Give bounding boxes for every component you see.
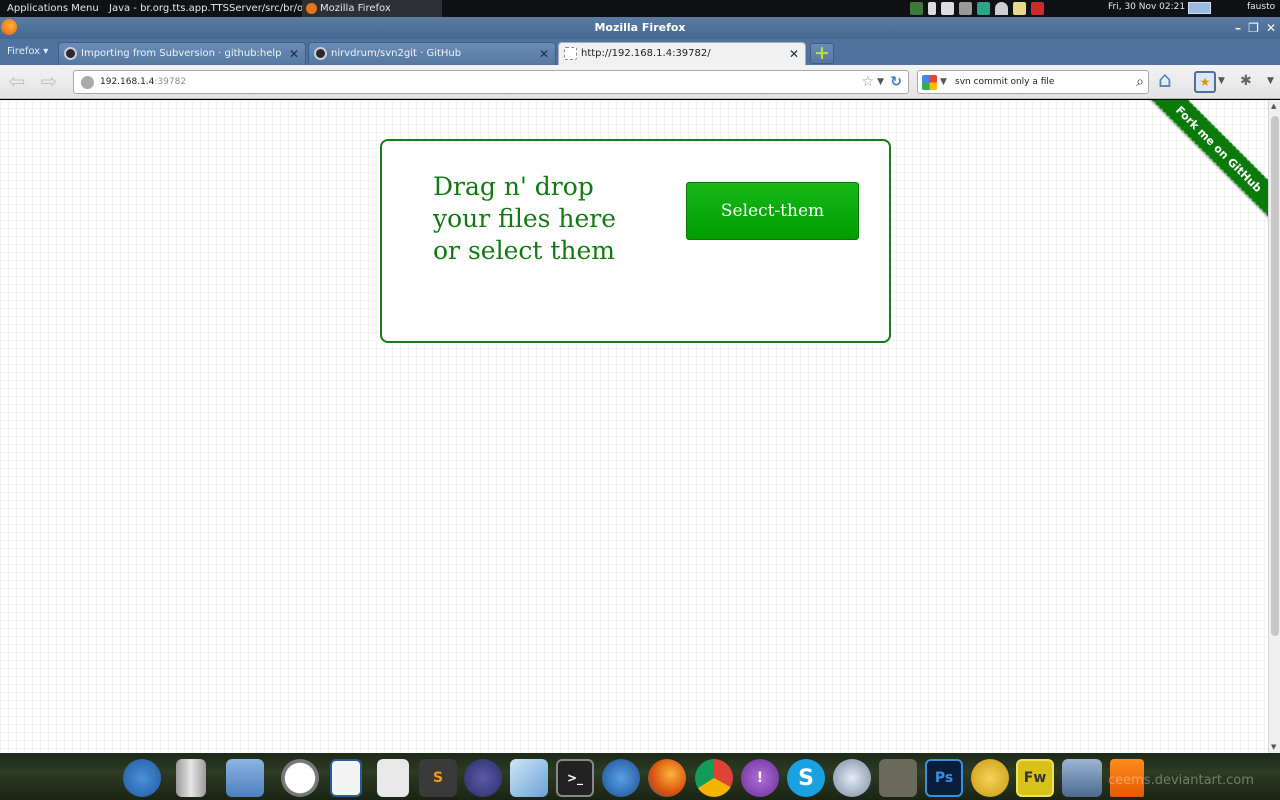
taskbar-java-window[interactable]: Java - br.org.tts.app.TTSServer/src/br/o… bbox=[102, 0, 302, 17]
inkscape-icon[interactable] bbox=[833, 759, 871, 797]
firefox-icon bbox=[1, 19, 17, 35]
url-history-dropdown-icon[interactable]: ▼ bbox=[877, 71, 884, 93]
network-monitor-icon[interactable] bbox=[977, 2, 990, 15]
github-icon bbox=[64, 47, 77, 60]
virtualbox-icon[interactable] bbox=[510, 759, 548, 797]
back-button[interactable]: ⇦ bbox=[6, 71, 28, 93]
taskbar-firefox-window[interactable]: Mozilla Firefox bbox=[302, 0, 442, 17]
gimp-icon[interactable] bbox=[879, 759, 917, 797]
google-icon[interactable] bbox=[922, 75, 937, 90]
fireworks-icon[interactable]: Fw bbox=[1016, 759, 1054, 797]
applications-menu[interactable]: Applications Menu bbox=[0, 0, 99, 17]
fork-me-ribbon[interactable]: Fork me on GitHub bbox=[1142, 100, 1268, 226]
watermark: ceems.deviantart.com bbox=[1108, 773, 1254, 788]
maximize-icon[interactable]: ❐ bbox=[1248, 17, 1259, 39]
screen-icon[interactable] bbox=[1062, 759, 1102, 797]
window-controls: – ❐ ✕ bbox=[1235, 17, 1276, 39]
mail-icon[interactable] bbox=[941, 2, 954, 15]
bookmark-star-icon[interactable]: ☆ bbox=[861, 71, 874, 93]
system-tray bbox=[910, 0, 1044, 17]
document-icon[interactable] bbox=[330, 759, 362, 797]
bookmarks-icon[interactable]: ★ bbox=[1194, 71, 1216, 93]
workspace-switcher[interactable] bbox=[1188, 2, 1211, 14]
volume-muted-icon[interactable] bbox=[959, 2, 972, 15]
tab-label: Importing from Subversion · github:help bbox=[81, 48, 282, 59]
reload-icon[interactable]: ↻ bbox=[890, 71, 902, 93]
drop-line: Drag n' drop bbox=[433, 172, 594, 201]
url-bar[interactable]: 192.168.1.4:39782 ☆ ▼ ↻ bbox=[73, 70, 909, 94]
bookmarks-dropdown-icon[interactable]: ▼ bbox=[1218, 76, 1225, 86]
drop-line: your files here bbox=[433, 204, 617, 233]
update-icon[interactable] bbox=[1031, 2, 1044, 15]
dock: S >_ ! S Ps Fw ceems.deviantart.com bbox=[0, 753, 1280, 800]
taskbar-firefox-label: Mozilla Firefox bbox=[320, 3, 391, 14]
firefox-icon bbox=[306, 3, 317, 14]
close-tab-icon[interactable]: ✕ bbox=[789, 43, 799, 65]
tab-local-page[interactable]: http://192.168.1.4:39782/ ✕ bbox=[558, 42, 806, 65]
applications-menu-label: Applications Menu bbox=[7, 3, 99, 14]
scroll-thumb[interactable] bbox=[1271, 116, 1279, 636]
chrome-icon[interactable] bbox=[695, 759, 733, 797]
scroll-up-icon[interactable]: ▲ bbox=[1271, 102, 1276, 110]
photoshop-icon[interactable]: Ps bbox=[925, 759, 963, 797]
trash-icon[interactable] bbox=[176, 759, 206, 797]
battery-icon[interactable] bbox=[928, 2, 936, 15]
top-panel: Applications Menu Java - br.org.tts.app.… bbox=[0, 0, 1280, 17]
scroll-down-icon[interactable]: ▼ bbox=[1271, 743, 1276, 751]
xfce-mouse-icon[interactable] bbox=[123, 759, 161, 797]
text-editor-icon[interactable] bbox=[377, 759, 409, 797]
close-tab-icon[interactable]: ✕ bbox=[289, 43, 299, 65]
close-icon[interactable]: ✕ bbox=[1266, 17, 1276, 39]
forward-button[interactable]: ⇨ bbox=[38, 71, 60, 93]
globe-icon bbox=[81, 76, 94, 89]
home-icon[interactable]: ⌂ bbox=[1158, 70, 1184, 94]
drop-zone[interactable]: Drag n' drop your files here or select t… bbox=[380, 139, 891, 343]
search-icon[interactable]: ⌕ bbox=[1136, 71, 1144, 93]
search-engine-dropdown-icon[interactable]: ▼ bbox=[940, 71, 947, 93]
url-host: 192.168.1.4 bbox=[100, 77, 155, 87]
addon-dropdown-icon[interactable]: ▼ bbox=[1267, 76, 1274, 86]
drop-instructions: Drag n' drop your files here or select t… bbox=[433, 171, 643, 267]
addon-icon[interactable]: ✱ bbox=[1240, 73, 1252, 89]
terminal-icon[interactable]: >_ bbox=[556, 759, 594, 797]
tab-label: nirvdrum/svn2git · GitHub bbox=[331, 48, 462, 59]
flash-icon[interactable] bbox=[971, 759, 1009, 797]
clipboard-icon[interactable] bbox=[1013, 2, 1026, 15]
eclipse-icon[interactable] bbox=[464, 759, 502, 797]
firefox-icon[interactable] bbox=[648, 759, 686, 797]
pidgin-icon[interactable]: ! bbox=[741, 759, 779, 797]
minimize-icon[interactable]: – bbox=[1235, 17, 1241, 39]
firefox-menu-button[interactable]: Firefox ▾ bbox=[0, 39, 56, 65]
blank-page-icon bbox=[564, 47, 577, 60]
network-icon[interactable] bbox=[602, 759, 640, 797]
tab-label: http://192.168.1.4:39782/ bbox=[581, 48, 711, 59]
folder-icon[interactable] bbox=[226, 759, 264, 797]
user-menu[interactable]: fausto bbox=[1247, 2, 1275, 12]
sublime-text-icon[interactable]: S bbox=[419, 759, 457, 797]
page-scrollbar[interactable]: ▲ ▼ bbox=[1268, 100, 1280, 753]
search-input[interactable]: svn commit only a file bbox=[955, 77, 1054, 87]
navigation-toolbar: ⇦ ⇨ 192.168.1.4:39782 ☆ ▼ ↻ ▼ svn commit… bbox=[0, 65, 1280, 99]
wifi-icon[interactable] bbox=[995, 2, 1008, 15]
skype-icon[interactable]: S bbox=[787, 759, 825, 797]
window-title: Mozilla Firefox bbox=[594, 21, 686, 34]
page-content: Drag n' drop your files here or select t… bbox=[0, 100, 1268, 753]
taskbar-java-label: Java - br.org.tts.app.TTSServer/src/br/o… bbox=[109, 3, 302, 14]
tab-strip: Firefox ▾ Importing from Subversion · gi… bbox=[0, 39, 1280, 65]
download-icon[interactable] bbox=[910, 2, 923, 15]
drop-line: or select them bbox=[433, 236, 616, 265]
close-tab-icon[interactable]: ✕ bbox=[539, 43, 549, 65]
github-icon bbox=[314, 47, 327, 60]
tab-svn2git[interactable]: nirvdrum/svn2git · GitHub ✕ bbox=[308, 42, 556, 65]
clock-icon[interactable] bbox=[281, 759, 319, 797]
select-files-button[interactable]: Select-them bbox=[686, 182, 859, 240]
clock[interactable]: Fri, 30 Nov 02:21 bbox=[1108, 2, 1185, 12]
url-port: :39782 bbox=[154, 77, 187, 87]
tab-github-help[interactable]: Importing from Subversion · github:help … bbox=[58, 42, 306, 65]
firefox-menu-label: Firefox bbox=[7, 46, 41, 57]
new-tab-button[interactable]: + bbox=[810, 43, 834, 64]
window-titlebar[interactable]: Mozilla Firefox – ❐ ✕ bbox=[0, 17, 1280, 39]
search-bar[interactable]: ▼ svn commit only a file ⌕ bbox=[917, 70, 1149, 94]
